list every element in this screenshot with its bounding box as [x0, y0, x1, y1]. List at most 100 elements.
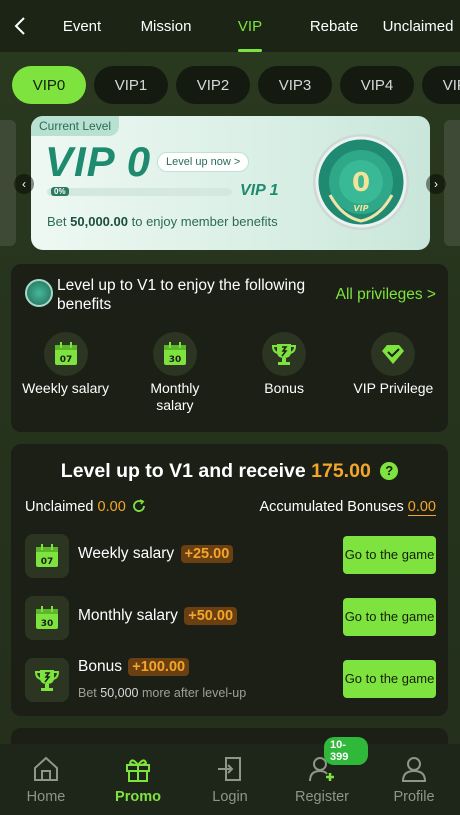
calendar-07-icon: 07 [54, 342, 77, 365]
reward-name: Weekly salary [78, 545, 175, 562]
nav-label: Login [212, 789, 248, 805]
current-vip-level: VIP 0 [45, 138, 152, 185]
gift-icon [126, 759, 150, 782]
calendar-07-icon: 07 [36, 544, 58, 567]
chevron-right-icon: › [434, 177, 438, 191]
vip-medal-icon: 0 VIP [313, 134, 409, 230]
privilege-weekly-salary: 07 Weekly salary [11, 332, 120, 414]
nav-label: Home [26, 789, 66, 805]
bonus-req-suffix: more after level-up [141, 686, 247, 700]
trophy-icon [34, 670, 60, 691]
vip-badge-icon [25, 279, 53, 307]
vip-banner-carousel: Current Level VIP 0 Level up now > 0% VI… [0, 116, 460, 252]
reward-label: Bonus +100.00 [78, 658, 190, 676]
bonus-requirement: Bet 50,000 more after level-up [78, 686, 246, 700]
privilege-label: Weekly salary [22, 380, 110, 396]
reward-row-monthly-salary: 30 Monthly salary +50.00 Go to the game [11, 594, 448, 642]
reward-row-weekly-salary: 07 Weekly salary +25.00 Go to the game [11, 532, 448, 580]
unclaimed-value: 0.00 [97, 499, 126, 515]
all-privileges-link[interactable]: All privileges > [336, 286, 436, 304]
privilege-monthly-salary: 30 Monthly salary [120, 332, 229, 414]
tab-event[interactable]: Event [40, 0, 124, 52]
reward-label: Monthly salary +50.00 [78, 607, 238, 625]
carousel-next-button[interactable]: › [426, 174, 446, 194]
nav-label: Promo [115, 789, 161, 805]
bonus-req-amount: 50,000 [100, 686, 139, 700]
tab-vip[interactable]: VIP [208, 0, 292, 52]
calendar-number: 30 [169, 355, 182, 365]
login-icon [218, 757, 241, 781]
vip-pill-5[interactable]: VIP5 [422, 66, 460, 104]
back-button[interactable] [0, 0, 40, 52]
tab-mission[interactable]: Mission [124, 0, 208, 52]
nav-label: Register [295, 789, 349, 805]
rewards-total-amount: 175.00 [311, 460, 371, 482]
current-level-label: Current Level [31, 116, 120, 136]
carousel-prev-button[interactable]: ‹ [14, 174, 34, 194]
bet-suffix: to enjoy member benefits [131, 214, 278, 229]
privilege-label: Monthly salary [150, 380, 200, 413]
level-up-now-button[interactable]: Level up now > [157, 152, 250, 172]
privileges-title: Level up to V1 to enjoy the following be… [57, 277, 306, 313]
unclaimed-summary: Unclaimed 0.00 [25, 499, 146, 515]
reward-label: Weekly salary +25.00 [78, 545, 234, 563]
nav-promo[interactable]: Promo [92, 744, 184, 815]
home-icon [34, 756, 58, 781]
vip-pill-1[interactable]: VIP1 [94, 66, 168, 104]
progress-percent: 0% [51, 187, 69, 196]
bet-amount: 50,000.00 [70, 214, 128, 229]
reward-amount-badge: +100.00 [128, 658, 190, 676]
top-nav: Event Mission VIP Rebate Unclaimed [0, 0, 460, 52]
chevron-left-icon: ‹ [22, 177, 26, 191]
privilege-label: Bonus [264, 380, 304, 396]
bonus-req-prefix: Bet [78, 686, 97, 700]
calendar-number: 30 [41, 619, 54, 629]
calendar-30-icon: 30 [163, 342, 186, 365]
accumulated-bonuses: Accumulated Bonuses 0.00 [259, 499, 436, 516]
chevron-left-icon [14, 17, 25, 35]
reward-name: Bonus [78, 658, 122, 675]
vip-pill-0[interactable]: VIP0 [12, 66, 86, 104]
privilege-vip: VIP Privilege [339, 332, 448, 414]
reward-amount-badge: +50.00 [184, 607, 238, 625]
accumulated-label: Accumulated Bonuses [259, 499, 404, 515]
calendar-number: 07 [41, 557, 54, 567]
go-to-game-button[interactable]: Go to the game [343, 536, 436, 574]
next-vip-level: VIP 1 [240, 182, 279, 199]
nav-profile[interactable]: Profile [368, 744, 460, 815]
nav-label: Profile [393, 789, 435, 805]
rewards-title: Level up to V1 and receive 175.00 ? [11, 460, 448, 483]
bet-requirement: Bet 50,000.00 to enjoy member benefits [47, 214, 278, 229]
unclaimed-label: Unclaimed [25, 499, 94, 515]
reward-amount-badge: +25.00 [180, 545, 234, 563]
bottom-nav: Home Promo Login 10-399 Register Profile [0, 737, 460, 815]
help-icon[interactable]: ? [380, 461, 399, 480]
nav-register[interactable]: 10-399 Register [276, 737, 368, 815]
vip-pill-3[interactable]: VIP3 [258, 66, 332, 104]
go-to-game-button[interactable]: Go to the game [343, 660, 436, 698]
tab-unclaimed[interactable]: Unclaimed [376, 0, 460, 52]
rewards-title-text: Level up to V1 and receive [60, 460, 306, 482]
diamond-icon [382, 345, 405, 364]
trophy-icon [272, 344, 297, 365]
calendar-30-icon: 30 [36, 606, 58, 629]
next-card-peek [444, 120, 460, 246]
medal-text: VIP [353, 204, 368, 213]
tab-rebate[interactable]: Rebate [292, 0, 376, 52]
refresh-icon[interactable] [132, 499, 146, 513]
privilege-label: VIP Privilege [353, 380, 434, 396]
nav-login[interactable]: Login [184, 744, 276, 815]
profile-icon [401, 757, 427, 782]
vip-pill-4[interactable]: VIP4 [340, 66, 414, 104]
bet-prefix: Bet [47, 214, 67, 229]
accumulated-value[interactable]: 0.00 [407, 499, 436, 516]
reward-row-bonus: Bonus +100.00 Bet 50,000 more after leve… [11, 656, 448, 704]
nav-home[interactable]: Home [0, 744, 92, 815]
current-level-card: Current Level VIP 0 Level up now > 0% VI… [31, 116, 430, 250]
level-progress-bar [47, 188, 232, 196]
go-to-game-button[interactable]: Go to the game [343, 598, 436, 636]
vip-pill-2[interactable]: VIP2 [176, 66, 250, 104]
reward-name: Monthly salary [78, 607, 178, 624]
medal-number: 0 [352, 168, 370, 198]
register-bonus-badge: 10-399 [324, 737, 368, 765]
